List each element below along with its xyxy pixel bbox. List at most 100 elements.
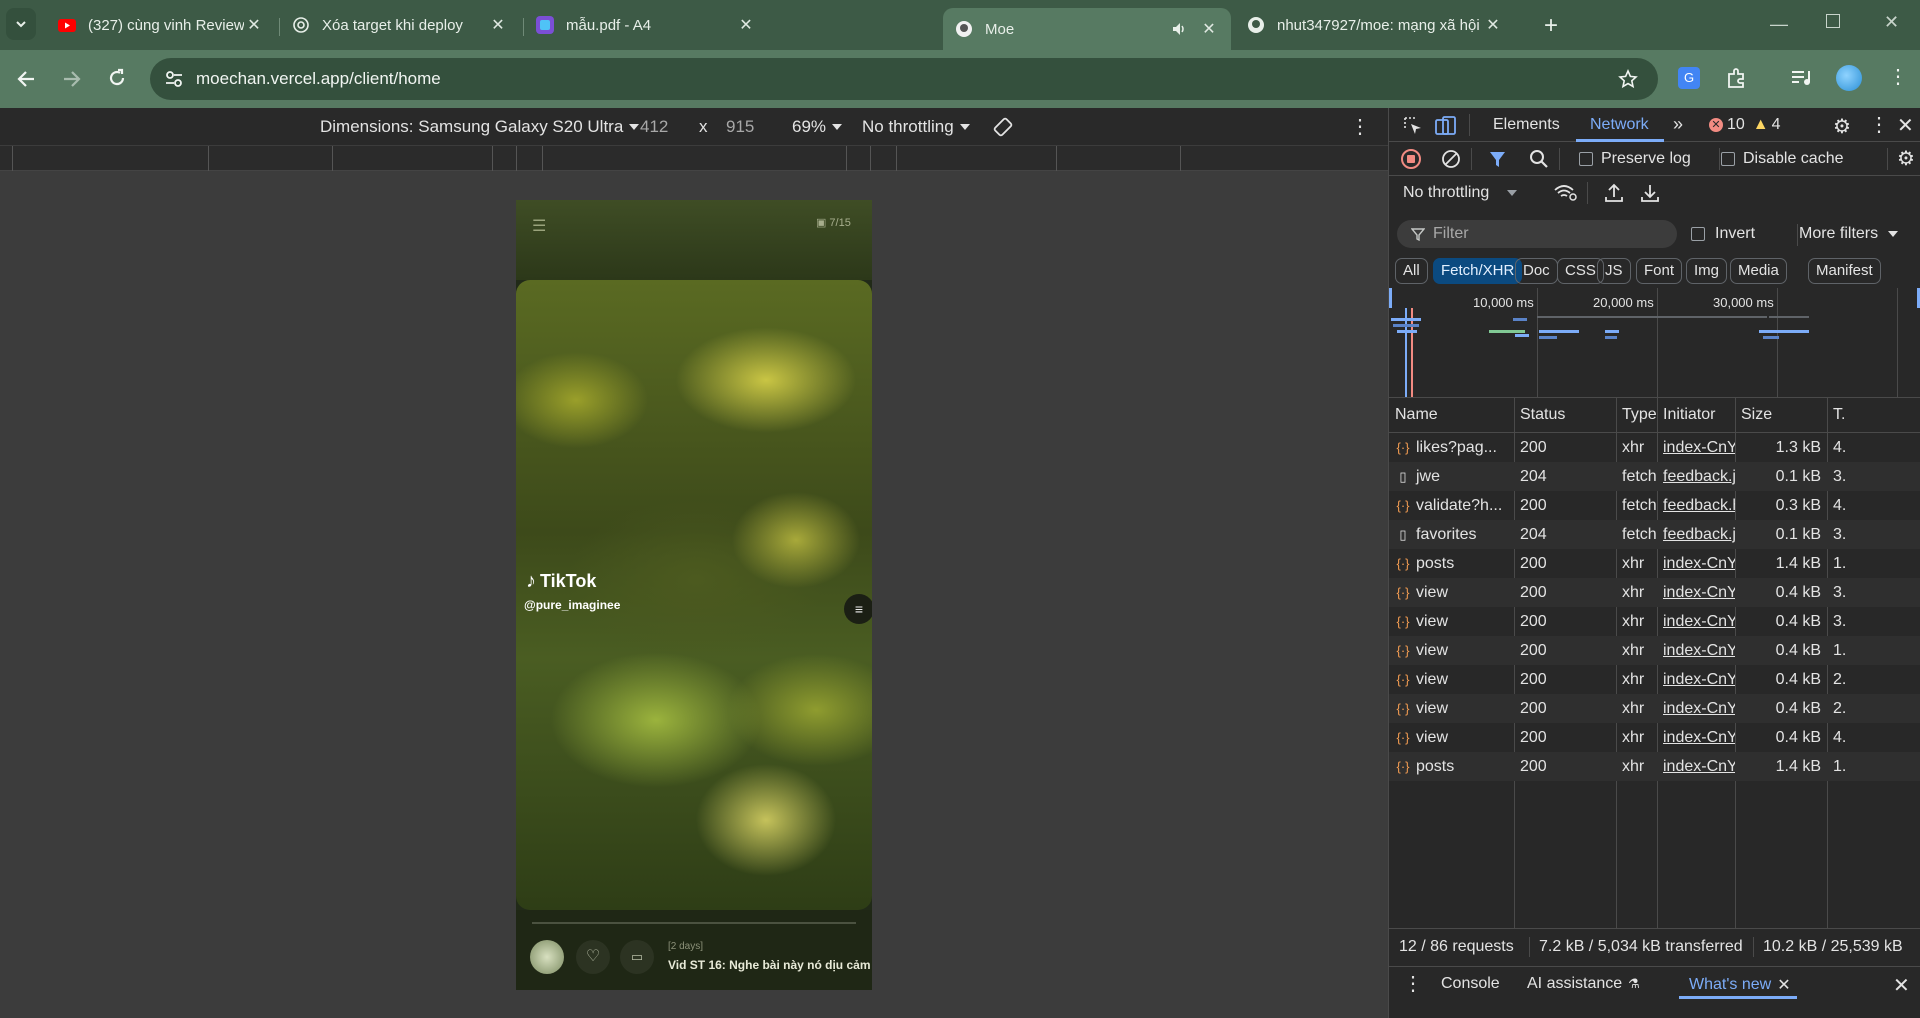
settings-gear-icon[interactable]: ⚙ xyxy=(1833,114,1851,139)
export-har-icon[interactable] xyxy=(1641,183,1659,203)
filter-chip[interactable]: Manifest xyxy=(1808,258,1881,284)
extensions-icon[interactable] xyxy=(1725,67,1747,89)
table-row[interactable]: {·} view 200 xhr index-CnYsb 0.4 kB 2. xyxy=(1389,665,1920,694)
post-title[interactable]: Vid ST 16: Nghe bài này nó dịu cảm xyxy=(668,958,872,972)
close-icon[interactable]: ✕ xyxy=(736,15,756,35)
import-har-icon[interactable] xyxy=(1605,183,1623,203)
tab-moe[interactable]: Moe ✕ xyxy=(943,8,1231,50)
filter-input[interactable]: Filter xyxy=(1397,220,1677,248)
tab-github[interactable]: nhut347927/moe: mạng xã hội ✕ xyxy=(1235,6,1515,44)
emulation-throttling-select[interactable]: No throttling xyxy=(862,117,970,137)
author-avatar[interactable] xyxy=(530,940,564,974)
table-row[interactable]: {·} view 200 xhr index-CnYsb 0.4 kB 1. xyxy=(1389,636,1920,665)
table-row[interactable]: {·} likes?pag... 200 xhr index-CnYsb 1.3 kB 4. xyxy=(1389,433,1920,462)
column-header-status[interactable]: Status xyxy=(1514,398,1616,432)
table-row[interactable]: {·} view 200 xhr index-CnYsb 0.4 kB 2. xyxy=(1389,694,1920,723)
table-row[interactable]: ▯ jwe 204 fetchfeedback.js:1 0.1 kB 3. xyxy=(1389,462,1920,491)
filter-chip[interactable]: All xyxy=(1395,258,1428,284)
drawer-tab-whats-new[interactable]: What's new ✕ xyxy=(1689,975,1791,995)
close-drawer-icon[interactable]: ✕ xyxy=(1893,973,1910,998)
translate-icon[interactable]: G xyxy=(1678,67,1700,89)
zoom-select[interactable]: 69% xyxy=(792,117,843,137)
column-header-name[interactable]: Name xyxy=(1389,398,1514,432)
profile-avatar[interactable] xyxy=(1836,65,1862,91)
close-icon[interactable]: ✕ xyxy=(1777,975,1790,995)
close-devtools-icon[interactable]: ✕ xyxy=(1897,113,1914,138)
cell-initiator[interactable]: feedback.js:1 xyxy=(1657,462,1735,491)
close-icon[interactable]: ✕ xyxy=(1199,19,1219,39)
column-header-type[interactable]: Type xyxy=(1616,398,1657,432)
table-row[interactable]: {·} validate?h... 200 fetchfeedback.htr 0.3 … xyxy=(1389,491,1920,520)
drawer-tab-ai-assistance[interactable]: AI assistance ⚗ xyxy=(1527,975,1640,993)
close-icon[interactable]: ✕ xyxy=(244,15,264,35)
cell-initiator[interactable]: feedback.js:1 xyxy=(1657,520,1735,549)
cell-initiator[interactable]: index-CnYsb xyxy=(1657,578,1735,607)
network-conditions-icon[interactable] xyxy=(1553,184,1577,202)
new-tab-button[interactable]: + xyxy=(1544,12,1558,40)
cell-initiator[interactable]: index-CnYsb xyxy=(1657,694,1735,723)
minimize-button[interactable]: — xyxy=(1770,14,1788,35)
media-control-icon[interactable] xyxy=(1790,69,1812,87)
devtools-menu-icon[interactable]: ⋮ xyxy=(1869,112,1889,137)
inspect-element-icon[interactable] xyxy=(1403,116,1423,136)
preserve-log-checkbox[interactable]: Preserve log xyxy=(1579,150,1691,168)
cell-initiator[interactable]: index-CnYsb xyxy=(1657,549,1735,578)
video-player[interactable]: ♪ TikTok @pure_imaginee ≡ xyxy=(516,280,872,910)
emulation-more-icon[interactable]: ⋮ xyxy=(1350,114,1370,139)
tab-search-button[interactable] xyxy=(6,8,36,40)
speaker-icon[interactable] xyxy=(1171,21,1191,37)
more-filters-button[interactable]: More filters xyxy=(1799,225,1899,243)
filter-icon[interactable] xyxy=(1489,150,1509,170)
column-header-size[interactable]: Size xyxy=(1735,398,1827,432)
table-row[interactable]: ▯ favorites 204 fetchfeedback.js:1 0.1 kB 3. xyxy=(1389,520,1920,549)
invert-checkbox[interactable]: Invert xyxy=(1691,225,1755,243)
close-icon[interactable]: ✕ xyxy=(488,15,508,35)
heart-icon[interactable]: ♡ xyxy=(576,940,610,974)
device-toolbar-icon[interactable] xyxy=(1435,116,1457,136)
filter-chip[interactable]: Fetch/XHR xyxy=(1433,258,1523,284)
table-row[interactable]: {·} view 200 xhr index-CnYsb 0.4 kB 4. xyxy=(1389,723,1920,752)
close-window-button[interactable]: ✕ xyxy=(1884,12,1899,33)
filter-chip[interactable]: JS xyxy=(1597,258,1631,284)
record-icon[interactable] xyxy=(1401,149,1421,169)
cell-initiator[interactable]: index-CnYsb xyxy=(1657,607,1735,636)
tab-youtube[interactable]: (327) cùng vinh Review CV của ✕ xyxy=(46,6,276,44)
tab-chatgpt[interactable]: Xóa target khi deploy ✕ xyxy=(280,6,520,44)
address-bar[interactable]: moechan.vercel.app/client/home xyxy=(150,58,1658,100)
forward-icon[interactable] xyxy=(62,70,82,88)
tab-pdf[interactable]: mẫu.pdf - A4 ✕ xyxy=(524,6,768,44)
column-header-time[interactable]: T. xyxy=(1827,398,1920,432)
drawer-tab-console[interactable]: Console xyxy=(1441,975,1500,993)
column-header-initiator[interactable]: Initiator xyxy=(1657,398,1735,432)
issues-counter[interactable]: ✕ 10 ▲ 4 xyxy=(1709,116,1781,134)
more-tabs-icon[interactable]: » xyxy=(1673,114,1683,135)
close-icon[interactable]: ✕ xyxy=(1483,15,1503,35)
table-row[interactable]: {·} view 200 xhr index-CnYsb 0.4 kB 3. xyxy=(1389,578,1920,607)
network-throttling-select[interactable]: No throttling xyxy=(1403,184,1518,202)
drawer-menu-icon[interactable]: ⋮ xyxy=(1403,971,1423,996)
cell-initiator[interactable]: index-CnYsb xyxy=(1657,433,1735,462)
video-progress[interactable] xyxy=(532,922,856,924)
network-settings-icon[interactable]: ⚙ xyxy=(1897,146,1915,171)
rotate-icon[interactable] xyxy=(992,116,1014,138)
filter-chip[interactable]: Media xyxy=(1730,258,1787,284)
filter-chip[interactable]: Font xyxy=(1636,258,1683,284)
bookmark-star-icon[interactable] xyxy=(1618,69,1638,89)
disable-cache-checkbox[interactable]: Disable cache xyxy=(1721,150,1844,168)
browser-menu-icon[interactable]: ⋮ xyxy=(1888,64,1908,90)
cell-initiator[interactable]: feedback.htr xyxy=(1657,491,1735,520)
device-select[interactable]: Dimensions: Samsung Galaxy S20 Ultra xyxy=(320,117,640,137)
cell-initiator[interactable]: index-CnYsb xyxy=(1657,636,1735,665)
cell-initiator[interactable]: index-CnYsb xyxy=(1657,665,1735,694)
filter-chip[interactable]: Doc xyxy=(1515,258,1558,284)
site-info-icon[interactable] xyxy=(164,70,184,88)
comment-icon[interactable]: ▭ xyxy=(620,940,654,974)
playlist-icon[interactable]: ≡ xyxy=(844,594,872,624)
device-width-input[interactable]: 412 xyxy=(640,117,668,137)
search-icon[interactable] xyxy=(1529,149,1549,169)
device-height-input[interactable]: 915 xyxy=(726,117,754,137)
maximize-button[interactable] xyxy=(1826,14,1840,28)
tab-elements[interactable]: Elements xyxy=(1493,116,1560,134)
filter-chip[interactable]: Img xyxy=(1686,258,1728,284)
cell-initiator[interactable]: index-CnYsb xyxy=(1657,752,1735,781)
